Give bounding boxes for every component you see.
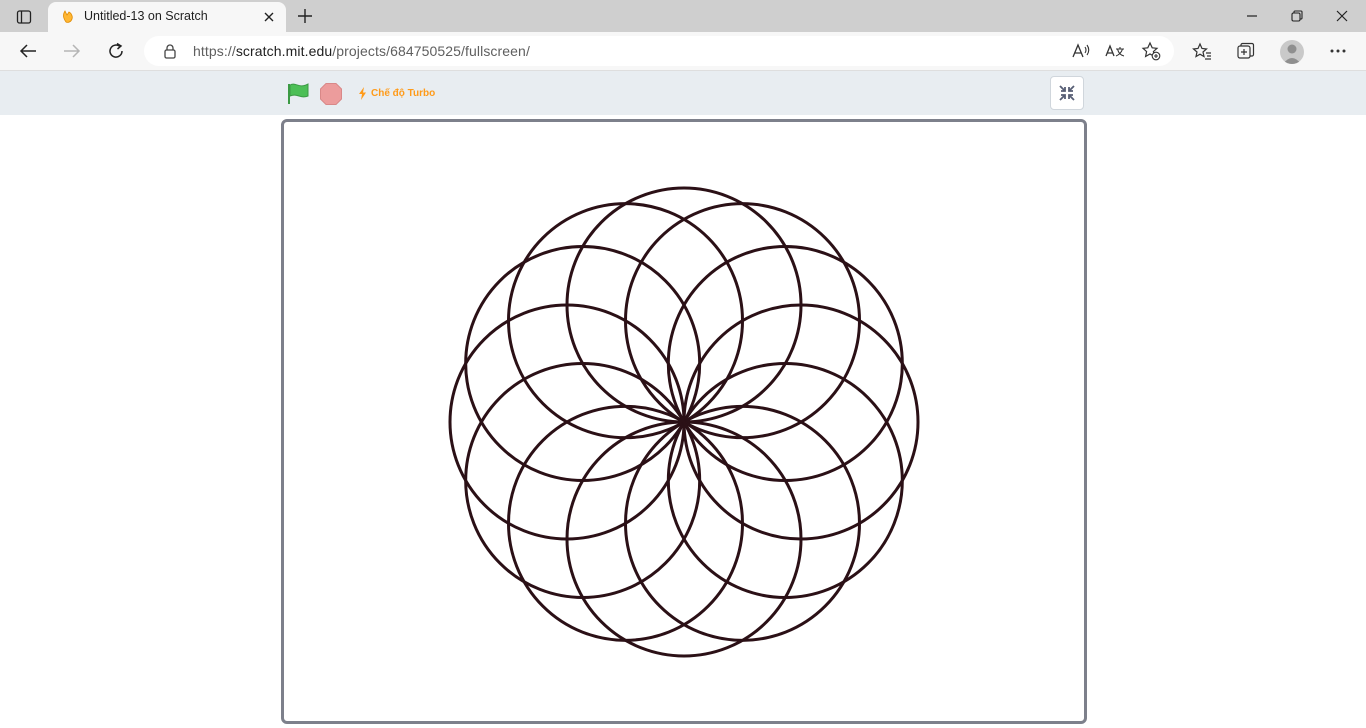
settings-more-button[interactable] [1325, 39, 1351, 63]
read-aloud-button[interactable] [1070, 41, 1092, 61]
user-icon [1283, 44, 1301, 64]
reload-button[interactable] [102, 38, 130, 64]
minimize-button[interactable] [1232, 4, 1272, 28]
url-text: https://scratch.mit.edu/projects/6847505… [193, 43, 530, 59]
plus-icon [298, 9, 312, 23]
stop-icon[interactable] [319, 82, 343, 106]
collections-icon [1237, 42, 1255, 59]
pen-drawing [448, 186, 920, 658]
favorites-icon [1192, 42, 1211, 60]
url-prefix: https:// [193, 43, 236, 59]
exit-fullscreen-icon [1059, 85, 1075, 101]
scratch-cat-icon [63, 10, 73, 23]
restore-button[interactable] [1277, 4, 1317, 28]
translate-button[interactable] [1104, 41, 1126, 61]
scratch-controls-bar [0, 71, 1366, 115]
tab-actions-icon [16, 10, 32, 24]
lock-icon [164, 44, 176, 59]
add-favorite-button[interactable] [1140, 41, 1162, 61]
turbo-mode-indicator: Chế độ Turbo [358, 86, 435, 100]
close-window-button[interactable] [1322, 4, 1362, 28]
translate-icon [1105, 44, 1125, 57]
green-flag-icon[interactable] [286, 82, 312, 106]
new-tab-button[interactable] [292, 5, 318, 27]
lightning-icon [359, 86, 366, 100]
profile-avatar[interactable] [1280, 40, 1304, 64]
read-aloud-icon [1072, 43, 1090, 58]
star-add-icon [1141, 41, 1161, 61]
browser-toolbar: https://scratch.mit.edu/projects/6847505… [0, 32, 1366, 71]
minimize-icon [1247, 15, 1257, 17]
close-icon [1336, 10, 1348, 22]
restore-icon [1291, 10, 1303, 22]
arrow-right-icon [64, 44, 81, 58]
forward-button[interactable] [58, 38, 86, 64]
favorites-button[interactable] [1189, 39, 1215, 63]
url-host: scratch.mit.edu [235, 43, 333, 59]
close-icon [264, 12, 274, 22]
more-icon [1330, 49, 1346, 53]
scratch-stage[interactable] [281, 119, 1087, 724]
browser-tab[interactable]: Untitled-13 on Scratch [48, 2, 286, 32]
turbo-label: Chế độ Turbo [371, 87, 436, 99]
exit-fullscreen-button[interactable] [1050, 76, 1084, 110]
address-bar[interactable]: https://scratch.mit.edu/projects/6847505… [144, 36, 1174, 66]
reload-icon [109, 42, 123, 58]
tab-close-button[interactable] [260, 8, 278, 26]
collections-button[interactable] [1233, 39, 1259, 63]
tab-actions-button[interactable] [10, 6, 38, 28]
arrow-left-icon [19, 44, 36, 58]
back-button[interactable] [14, 38, 42, 64]
tab-title: Untitled-13 on Scratch [84, 9, 208, 23]
url-path: /projects/684750525/fullscreen/ [332, 43, 530, 59]
